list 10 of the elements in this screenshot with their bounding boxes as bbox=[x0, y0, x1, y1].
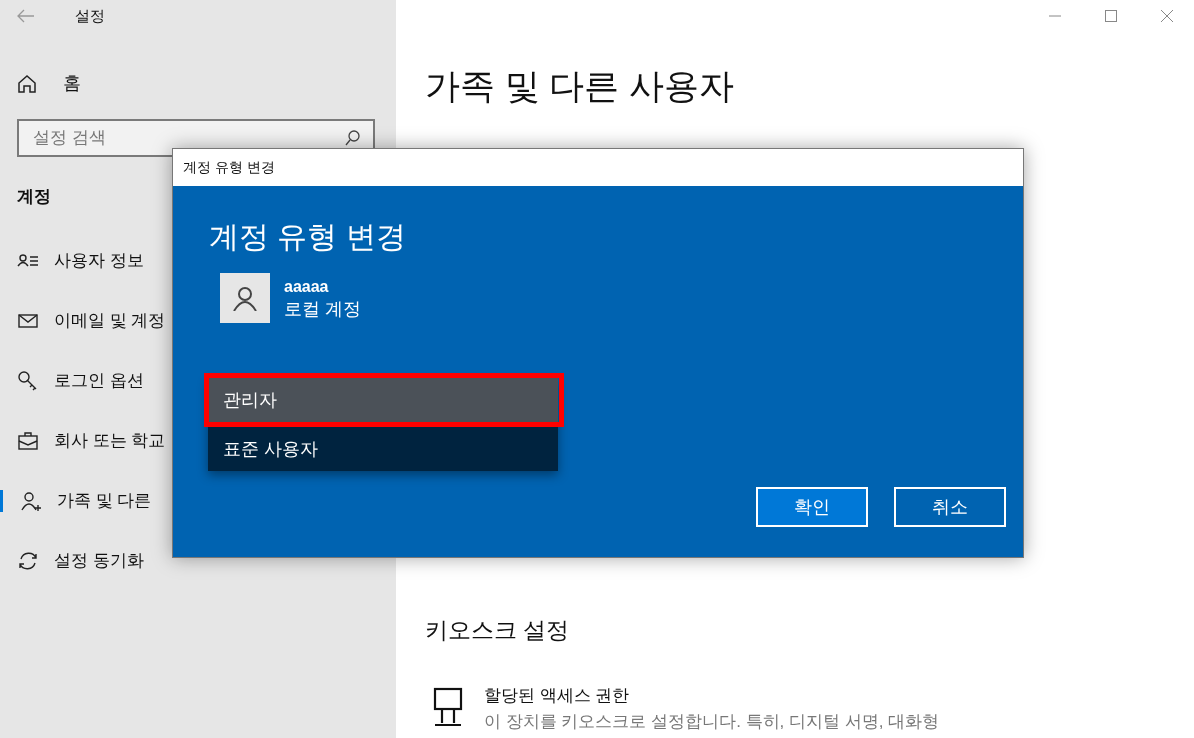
section-heading: 계정 bbox=[17, 186, 52, 208]
account-type: 로컬 계정 bbox=[284, 298, 361, 320]
dialog-heading: 계정 유형 변경 bbox=[209, 219, 407, 255]
page-title: 가족 및 다른 사용자 bbox=[425, 65, 736, 107]
account-name: aaaaa bbox=[284, 277, 330, 297]
item-title: 할당된 액세스 권한 bbox=[484, 685, 631, 707]
item-description: 이 장치를 키오스크로 설정합니다. 특히, 디지털 서명, 대화형 bbox=[484, 710, 940, 733]
window-title: 설정 bbox=[75, 5, 105, 26]
section-heading: 키오스크 설정 bbox=[425, 615, 571, 645]
dialog-title: 계정 유형 변경 bbox=[183, 158, 275, 177]
